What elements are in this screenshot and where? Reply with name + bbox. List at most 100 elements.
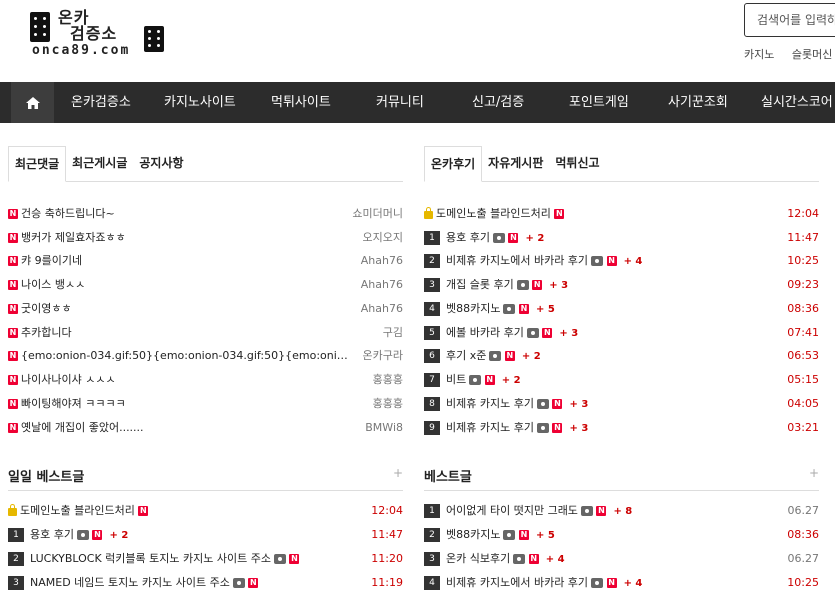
list-item[interactable]: 7 비트 N + 2 05:15 [424,370,819,390]
lock-icon [8,504,17,516]
new-badge-icon: N [552,423,563,433]
comment-title: 굿이영ㅎㅎ [21,302,72,315]
list-item[interactable]: 3 온카 식보후기 N + 4 06.27 [424,549,819,569]
list-item[interactable]: N 뱅커가 제일효자죠ㅎㅎ 오지오지 [8,228,403,248]
lock-icon [424,207,433,219]
search-input[interactable] [745,4,835,36]
site-logo[interactable]: 온카 검증소 onca89.com [30,10,170,60]
list-item[interactable]: 6 후기 x준 N + 2 06:53 [424,346,819,366]
post-time: 09:23 [787,278,819,291]
camera-icon [469,375,482,385]
nav-item-muktu-sites[interactable]: 먹튀사이트 [271,82,331,123]
list-item[interactable]: N 나이스 뱅ㅅㅅ Ahah76 [8,275,403,295]
nav-item-onca[interactable]: 온카검증소 [71,82,131,123]
new-badge-icon: N [484,375,495,385]
new-badge-icon: N [8,280,18,290]
post-title: 용호 후기 [30,528,74,541]
tab-recent-posts[interactable]: 최근게시글 [66,146,133,180]
list-item[interactable]: N 건승 축하드립니다~ 쇼미더머니 [8,204,403,224]
comment-count: + 3 [569,423,589,434]
new-badge-icon: N [8,256,18,266]
camera-icon [503,304,516,314]
post-title: 용호 후기 [446,231,490,244]
comment-count: + 2 [521,351,541,362]
comment-count: + 8 [613,506,633,517]
comment-title: 옛날에 개집이 좋았어....... [21,421,144,434]
list-item[interactable]: N 추카합니다 구김 [8,323,403,343]
logo-url: onca89.com [32,43,131,58]
more-button[interactable]: + [809,466,819,480]
post-title: LUCKYBLOCK 럭키블록 토지노 카지노 사이트 주소 [30,552,271,565]
new-badge-icon: N [528,554,539,564]
list-item[interactable]: 1 어이없게 타이 떳지만 그래도 N + 8 06.27 [424,501,819,521]
list-item[interactable]: N캬 9를이기네 Ahah76 [8,251,403,271]
camera-icon [516,280,529,290]
list-item[interactable]: 3 개집 슬롯 후기 N + 3 09:23 [424,275,819,295]
rank-badge: 5 [424,326,440,340]
section-title: 일일 베스트글 [8,470,85,485]
comment-author: 쇼미더머니 [352,207,403,220]
post-time: 03:21 [787,421,819,434]
camera-icon [232,578,245,588]
new-badge-icon: N [504,351,515,361]
quick-link-slot[interactable]: 슬롯머신 [792,48,832,61]
comment-title: 빠이팅해야져 ㅋㅋㅋㅋ [21,397,126,410]
tab-muktu-report[interactable]: 먹튀신고 [549,146,605,180]
list-item[interactable]: 4 벳88카지노 N + 5 08:36 [424,299,819,319]
comment-count: + 3 [549,280,569,291]
comment-title: 캬 9를이기네 [21,254,83,267]
new-badge-icon: N [8,375,18,385]
list-item[interactable]: N 굿이영ㅎㅎ Ahah76 [8,299,403,319]
list-item[interactable]: 2 벳88카지노 N + 5 08:36 [424,525,819,545]
new-badge-icon: N [532,280,543,290]
post-time: 10:25 [787,254,819,267]
comment-count: + 4 [545,554,565,565]
dice-icon [30,12,50,42]
more-button[interactable]: + [393,466,403,480]
rank-badge: 2 [8,552,24,566]
list-item[interactable]: 3 NAMED 네임드 토지노 카지노 사이트 주소 N 11:19 [8,573,403,593]
post-time: 05:15 [787,373,819,386]
list-item[interactable]: 1 용호 후기 N + 2 11:47 [424,228,819,248]
list-item[interactable]: N 나이사나이샤 ㅅㅅㅅ 홍홍홍 [8,370,403,390]
nav-item-casino-sites[interactable]: 카지노사이트 [164,82,236,123]
post-title: 개집 슬롯 후기 [446,278,514,291]
list-item[interactable]: 5 에볼 바카라 후기 N + 3 07:41 [424,323,819,343]
nav-item-live-score[interactable]: 실시간스코어 [761,82,833,123]
list-item[interactable]: N 빠이팅해야져 ㅋㅋㅋㅋ 홍홍홍 [8,394,403,414]
camera-icon [76,530,89,540]
list-item[interactable]: N 옛날에 개집이 좋았어....... BMWi8 [8,418,403,438]
comment-count: + 5 [535,304,555,315]
notice-row[interactable]: 도메인노출 블라인드처리 N 12:04 [424,204,819,224]
post-title: 온카 식보후기 [446,552,511,565]
tab-onca-reviews[interactable]: 온카후기 [424,146,483,182]
notice-row[interactable]: 도메인노출 블라인드처리 N 12:04 [8,501,403,521]
rank-badge: 3 [424,552,440,566]
comment-count: + 2 [109,530,129,541]
nav-item-community[interactable]: 커뮤니티 [376,82,424,123]
rank-badge: 4 [424,576,440,590]
nav-home-button[interactable] [11,82,54,123]
post-date: 06.27 [787,552,820,565]
rank-badge: 3 [8,576,24,590]
rank-badge: 1 [424,504,440,518]
tab-recent-comments[interactable]: 최근댓글 [8,146,67,182]
tab-free-board[interactable]: 자유게시판 [482,146,549,180]
list-item[interactable]: 2 LUCKYBLOCK 럭키블록 토지노 카지노 사이트 주소 N 11:20 [8,549,403,569]
quick-link-casino[interactable]: 카지노 [744,48,774,61]
comment-author: 홍홍홍 [372,397,403,410]
tab-notices[interactable]: 공지사항 [133,146,189,180]
list-item[interactable]: 8 비제휴 카지노 후기 N + 3 04:05 [424,394,819,414]
list-item[interactable]: N {emo:onion-034.gif:50}{emo:onion-034.gi… [8,346,403,366]
post-title: 비트 [446,373,467,386]
camera-icon [273,554,286,564]
list-item[interactable]: 9 비제휴 카지노 후기 N + 3 03:21 [424,418,819,438]
list-item[interactable]: 2 비제휴 카지노에서 바카라 후기 N + 4 10:25 [424,251,819,271]
daily-best-panel: 일일 베스트글 + 도메인노출 블라인드처리 N 12:04 1 용호 후기 N + … [8,466,403,593]
nav-item-point-game[interactable]: 포인트게임 [569,82,629,123]
nav-item-scam-lookup[interactable]: 사기꾼조회 [668,82,728,123]
post-time: 04:05 [787,397,819,410]
list-item[interactable]: 1 용호 후기 N + 2 11:47 [8,525,403,545]
nav-item-report[interactable]: 신고/검증 [472,82,524,123]
list-item[interactable]: 4 비제휴 카지노에서 바카라 후기 N + 4 10:25 [424,573,819,593]
